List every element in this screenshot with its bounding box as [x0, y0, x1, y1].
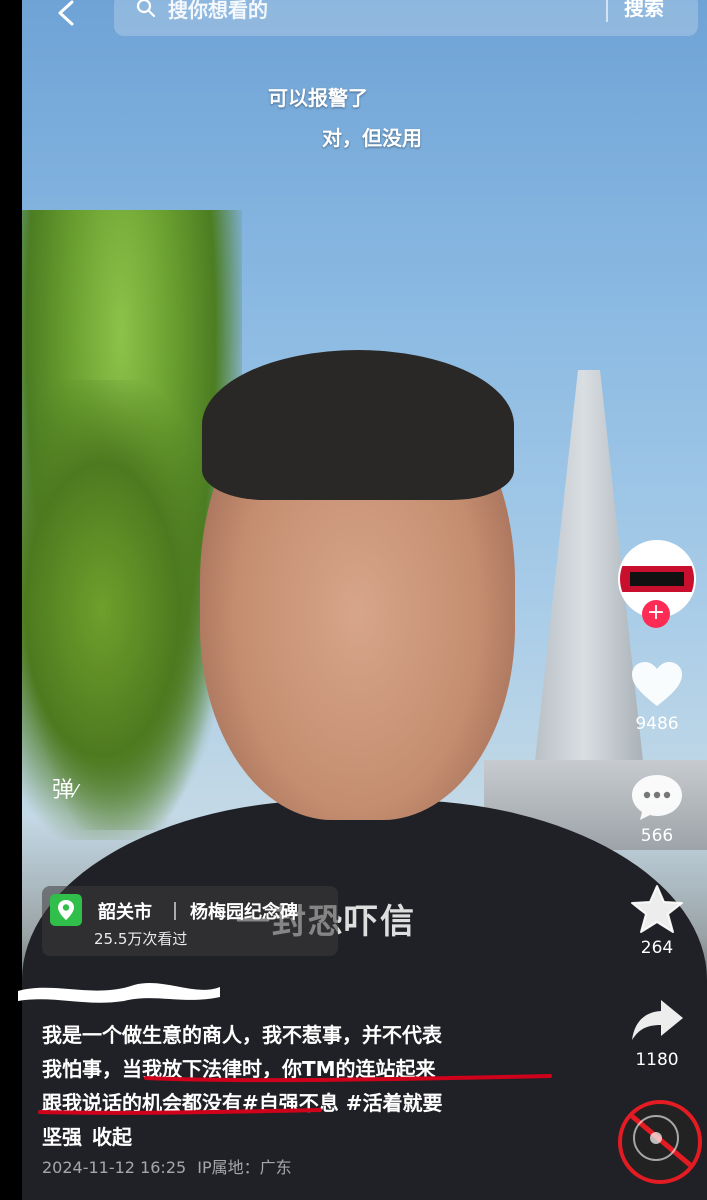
share-button[interactable]: 1180	[616, 996, 698, 1070]
plus-icon: +	[646, 600, 666, 625]
location-city: 韶关市	[98, 902, 152, 923]
follow-button[interactable]: +	[642, 600, 670, 628]
video-player[interactable]: 搜索 可以报警了 对，但没用 弹⁄ 一封恐吓信 韶关市 杨梅园纪念碑 25.5万…	[0, 0, 707, 1200]
favorite-button[interactable]: 264	[616, 884, 698, 958]
share-arrow-icon	[632, 1000, 683, 1040]
search-icon	[136, 0, 156, 18]
barrage-toggle-button[interactable]: 弹⁄	[52, 772, 77, 804]
hashtag-link[interactable]: #活着就要	[346, 1091, 443, 1115]
location-view-count: 25.5万次看过	[94, 930, 188, 948]
ip-location: IP属地：广东	[197, 1158, 292, 1177]
author-name-redacted[interactable]	[14, 975, 224, 1005]
barrage-toggle-label: 弹	[52, 778, 75, 803]
description-line: 坚强 收起	[42, 1120, 562, 1154]
like-button[interactable]: 9486	[616, 660, 698, 734]
comment-icon	[632, 775, 682, 820]
description-line: 我是一个做生意的商人，我不惹事，并不代表	[42, 1023, 442, 1047]
music-disc-icon	[633, 1115, 679, 1161]
avatar-redaction	[630, 572, 684, 586]
danmaku-comment: 可以报警了	[268, 86, 368, 110]
description-text: 坚强	[42, 1125, 82, 1149]
search-divider	[606, 0, 608, 22]
comment-button[interactable]: 566	[616, 772, 698, 846]
location-place: 杨梅园纪念碑	[190, 902, 298, 923]
favorite-count: 264	[640, 938, 674, 958]
left-edge-bar	[0, 0, 22, 1200]
like-count: 9486	[635, 714, 679, 734]
location-card[interactable]: 韶关市 杨梅园纪念碑 25.5万次看过	[42, 886, 338, 956]
search-button[interactable]: 搜索	[624, 0, 664, 22]
search-input[interactable]	[166, 0, 590, 24]
star-icon	[631, 885, 683, 933]
share-count: 1180	[635, 1050, 679, 1070]
post-timestamp: 2024-11-12 16:25	[42, 1158, 187, 1177]
person-hair	[202, 350, 514, 500]
top-bar: 搜索	[0, 0, 707, 44]
red-underline-annotation	[38, 1108, 322, 1115]
red-underline-annotation	[144, 1074, 552, 1083]
location-pin-icon	[50, 894, 82, 926]
tree-foliage-lower	[22, 380, 222, 840]
music-disc-button[interactable]	[618, 1100, 702, 1184]
post-meta: 2024-11-12 16:25 IP属地：广东	[42, 1154, 292, 1178]
collapse-button[interactable]: 收起	[92, 1125, 132, 1149]
chevron-left-icon	[58, 0, 74, 26]
comment-count: 566	[640, 826, 674, 846]
search-bar[interactable]: 搜索	[114, 0, 698, 36]
heart-icon	[632, 662, 682, 706]
danmaku-comment: 对，但没用	[322, 126, 422, 150]
back-button[interactable]	[48, 0, 84, 30]
location-divider	[174, 902, 176, 920]
barrage-slash-icon: ⁄	[74, 781, 78, 802]
